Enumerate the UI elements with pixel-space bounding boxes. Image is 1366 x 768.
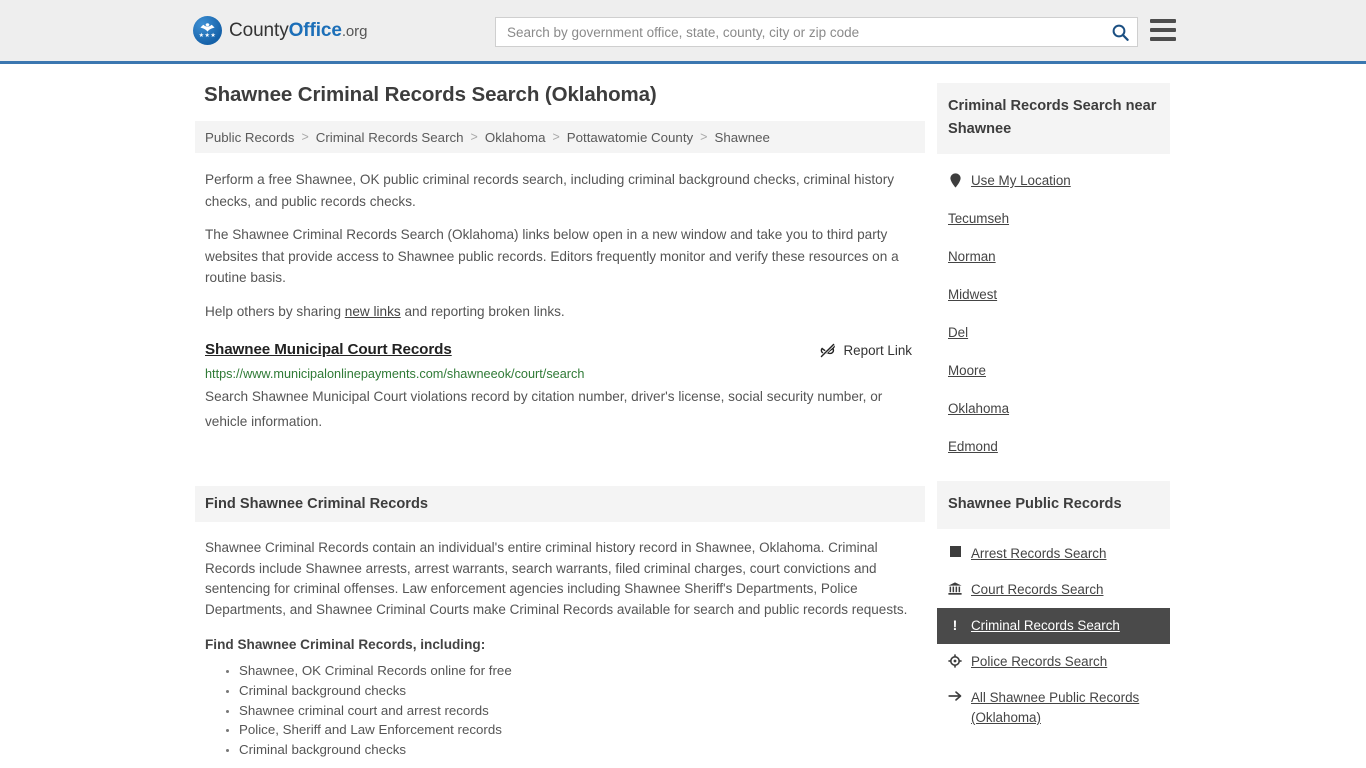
sidebar-item-edmond[interactable]: Edmond xyxy=(937,428,1170,466)
report-link-label: Report Link xyxy=(843,343,912,358)
sidebar-item-tecumseh[interactable]: Tecumseh xyxy=(937,200,1170,238)
sidebar-item-label: Moore xyxy=(948,363,986,378)
sidebar-item-norman[interactable]: Norman xyxy=(937,238,1170,276)
map-pin-icon xyxy=(948,173,962,188)
hamburger-bar-2 xyxy=(1150,28,1176,32)
search-icon xyxy=(1112,24,1129,41)
main-column: Shawnee Criminal Records Search (Oklahom… xyxy=(195,83,925,759)
sidebar-item-label: Criminal Records Search xyxy=(971,618,1120,633)
sidebar-item-label: Oklahoma xyxy=(948,401,1010,416)
list-item: Criminal background checks xyxy=(239,681,915,701)
sidebar-item-label: Tecumseh xyxy=(948,211,1010,226)
filled-square-icon xyxy=(948,546,962,557)
brand-office: Office xyxy=(288,19,342,41)
breadcrumb-separator: > xyxy=(301,130,309,144)
result-description: Search Shawnee Municipal Court violation… xyxy=(205,389,883,429)
breadcrumb-item-criminal-records-search[interactable]: Criminal Records Search xyxy=(316,130,464,145)
share-text-before: Help others by sharing xyxy=(205,303,345,319)
sidebar-item-label: Arrest Records Search xyxy=(971,546,1107,561)
find-records-heading: Find Shawnee Criminal Records xyxy=(195,486,925,522)
sidebar-item-label: Court Records Search xyxy=(971,582,1104,597)
share-text-after: and reporting broken links. xyxy=(400,303,565,319)
exclamation-icon: ! xyxy=(952,617,958,633)
sidebar-item-midwest[interactable]: Midwest xyxy=(937,276,1170,314)
breadcrumb-item-oklahoma[interactable]: Oklahoma xyxy=(485,130,546,145)
site-logo-link[interactable]: ★★★ CountyOffice.org xyxy=(193,16,367,45)
sidebar-item-use-my-location[interactable]: Use My Location xyxy=(937,162,1170,200)
sidebar-item-label: All Shawnee Public Records (Oklahoma) xyxy=(971,690,1140,725)
search-input[interactable] xyxy=(496,18,1103,46)
result-header-row: Shawnee Municipal Court Records Report L… xyxy=(205,341,915,359)
find-records-bullet-list: Shawnee, OK Criminal Records online for … xyxy=(205,661,915,759)
sidebar-item-moore[interactable]: Moore xyxy=(937,352,1170,390)
sidebar-item-oklahoma[interactable]: Oklahoma xyxy=(937,390,1170,428)
broken-link-icon xyxy=(819,343,835,358)
sidebar-item-label: Police Records Search xyxy=(971,654,1108,669)
stars-icon: ★★★ xyxy=(198,33,217,39)
list-item: Criminal background checks xyxy=(239,740,915,760)
breadcrumb-item-shawnee: Shawnee xyxy=(714,129,770,145)
result-url[interactable]: https://www.municipalonlinepayments.com/… xyxy=(205,367,915,381)
breadcrumb-item-pottawatomie-county[interactable]: Pottawatomie County xyxy=(567,130,693,145)
site-header: ★★★ CountyOffice.org xyxy=(0,0,1366,64)
public-records-list: Arrest Records Search Court Records Sear… xyxy=(937,536,1170,736)
sidebar-item-police-records-search[interactable]: Police Records Search xyxy=(937,644,1170,680)
hamburger-bar-3 xyxy=(1150,37,1176,41)
nearby-searches-heading: Criminal Records Search near Shawnee xyxy=(937,83,1170,154)
public-records-section: Shawnee Public Records Arrest Records Se… xyxy=(937,481,1170,736)
new-links-link[interactable]: new links xyxy=(345,304,401,319)
sidebar-item-label: Use My Location xyxy=(971,173,1071,188)
find-records-paragraph: Shawnee Criminal Records contain an indi… xyxy=(205,540,908,617)
sidebar-item-arrest-records-search[interactable]: Arrest Records Search xyxy=(937,536,1170,572)
search-bar[interactable] xyxy=(495,17,1138,47)
sidebar-item-criminal-records-search[interactable]: ! Criminal Records Search xyxy=(937,608,1170,644)
search-result-item: Shawnee Municipal Court Records Report L… xyxy=(195,341,925,434)
page-body: Shawnee Criminal Records Search (Oklahom… xyxy=(0,64,1366,759)
intro-paragraph-1: Perform a free Shawnee, OK public crimin… xyxy=(205,172,895,209)
find-records-subheading: Find Shawnee Criminal Records, including… xyxy=(205,637,486,653)
sidebar-item-label: Norman xyxy=(948,249,996,264)
find-records-section: Find Shawnee Criminal Records Shawnee Cr… xyxy=(195,486,925,759)
breadcrumb-separator: > xyxy=(700,130,708,144)
sidebar-item-court-records-search[interactable]: Court Records Search xyxy=(937,572,1170,608)
eagle-seal-icon: ★★★ xyxy=(193,16,222,45)
sidebar-item-all-public-records[interactable]: All Shawnee Public Records (Oklahoma) xyxy=(937,680,1170,736)
search-button[interactable] xyxy=(1103,18,1137,46)
brand-county: County xyxy=(229,19,289,41)
arrow-right-icon xyxy=(948,690,962,702)
list-item: Shawnee, OK Criminal Records online for … xyxy=(239,661,915,681)
intro-paragraph-3: Help others by sharing new links and rep… xyxy=(195,301,925,323)
public-records-heading: Shawnee Public Records xyxy=(937,481,1170,529)
hamburger-bar-1 xyxy=(1150,19,1176,23)
intro-paragraph-2: The Shawnee Criminal Records Search (Okl… xyxy=(205,227,899,285)
list-item: Police, Sheriff and Law Enforcement reco… xyxy=(239,720,915,740)
brand-wordmark: CountyOffice.org xyxy=(229,20,367,42)
nearby-city-list: Use My Location Tecumseh Norman Midwest … xyxy=(937,162,1170,466)
breadcrumb: Public Records > Criminal Records Search… xyxy=(195,121,925,153)
courthouse-icon xyxy=(948,582,962,595)
breadcrumb-separator: > xyxy=(552,130,560,144)
list-item: Shawnee criminal court and arrest record… xyxy=(239,701,915,721)
sidebar-item-label: Midwest xyxy=(948,287,998,302)
sidebar: Criminal Records Search near Shawnee Use… xyxy=(937,83,1170,759)
nearby-searches-section: Criminal Records Search near Shawnee Use… xyxy=(937,83,1170,466)
sidebar-item-del[interactable]: Del xyxy=(937,314,1170,352)
page-title: Shawnee Criminal Records Search (Oklahom… xyxy=(204,83,657,106)
breadcrumb-separator: > xyxy=(470,130,478,144)
report-link-button[interactable]: Report Link xyxy=(819,342,912,359)
police-badge-icon xyxy=(948,654,962,668)
breadcrumb-item-public-records[interactable]: Public Records xyxy=(205,130,294,145)
result-title-link[interactable]: Shawnee Municipal Court Records xyxy=(205,341,452,358)
brand-org: .org xyxy=(341,22,368,40)
hamburger-menu-icon[interactable] xyxy=(1150,19,1176,41)
sidebar-item-label: Edmond xyxy=(948,439,998,454)
sidebar-item-label: Del xyxy=(948,325,969,340)
